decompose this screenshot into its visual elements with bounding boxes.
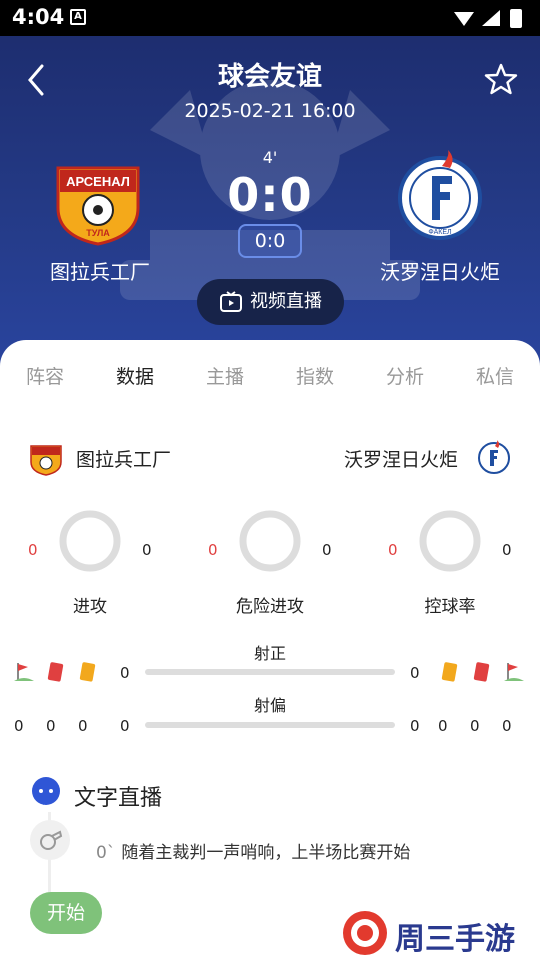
red-card-icon: [47, 662, 64, 682]
away-logo-text: ФАКЕЛ: [428, 229, 452, 236]
away-yellow-cards-count: 0: [438, 717, 448, 735]
dangerous-attack-away-value: 0: [322, 541, 332, 559]
event-minute: 0`: [96, 843, 116, 863]
wifi-icon: [454, 12, 474, 26]
page-title: 球会友谊: [217, 62, 322, 92]
possession-label: 控球率: [424, 597, 476, 617]
chat-bubble-icon: [32, 777, 60, 805]
tab-analysis[interactable]: 分析: [375, 362, 435, 389]
live-text-title: 文字直播: [74, 786, 163, 811]
home-team-mini-logo: [30, 445, 62, 476]
tab-odds[interactable]: 指数: [285, 362, 345, 389]
video-live-button[interactable]: 视频直播: [197, 279, 344, 325]
dangerous-attack-label: 危险进攻: [236, 597, 304, 617]
away-corners-count: 0: [502, 717, 512, 735]
tab-lineup[interactable]: 阵容: [15, 362, 75, 389]
live-event-item: 0` 随着主裁判一声哨响，上半场比赛开始: [96, 838, 410, 863]
corner-flag-icon: [504, 663, 524, 681]
away-team-label: 沃罗涅日火炬: [344, 449, 459, 471]
dangerous-attack-home-value: 0: [208, 541, 218, 559]
possession-ring-chart: [419, 510, 481, 572]
yellow-card-icon: [79, 662, 96, 682]
yellow-card-icon: [441, 662, 458, 682]
status-icons: [454, 9, 522, 28]
possession-home-value: 0: [388, 541, 398, 559]
event-text: 随着主裁判一声哨响，上半场比赛开始: [121, 843, 411, 863]
home-red-cards-count: 0: [46, 717, 56, 735]
watermark: 周三手游网: [340, 908, 540, 960]
shots-on-target-home-value: 0: [120, 664, 130, 682]
home-logo-subtext: ТУЛА: [86, 228, 110, 238]
tab-messages[interactable]: 私信: [465, 362, 525, 389]
corner-flag-icon: [14, 663, 34, 681]
shots-off-target-bar: [145, 722, 395, 728]
shots-off-target-away-value: 0: [410, 717, 420, 735]
attack-ring-chart: [59, 510, 121, 572]
notification-icon: A: [70, 9, 86, 25]
home-yellow-cards-count: 0: [78, 717, 88, 735]
away-team-mini-logo: [478, 440, 510, 474]
status-bar: 4:04 A: [0, 0, 540, 36]
favorite-button[interactable]: [484, 62, 518, 96]
away-red-cards-count: 0: [470, 717, 480, 735]
match-minute: 4': [262, 148, 278, 167]
attack-label: 进攻: [73, 597, 107, 617]
battery-icon: [510, 9, 522, 28]
watermark-text: 周三手游网: [395, 922, 515, 957]
star-icon: [484, 63, 518, 95]
watermark-logo-icon: [343, 911, 387, 955]
tab-data[interactable]: 数据: [105, 362, 165, 389]
shots-off-target-label: 射偏: [253, 696, 286, 715]
dangerous-attack-ring-chart: [239, 510, 301, 572]
teams-row: 图拉兵工厂 沃罗涅日火炬: [0, 440, 540, 476]
tab-anchor[interactable]: 主播: [195, 362, 255, 389]
home-team-label: 图拉兵工厂: [76, 449, 172, 471]
shots-on-target-bar: [145, 669, 395, 675]
match-datetime: 2025-02-21 16:00: [184, 100, 356, 122]
possession-away-value: 0: [502, 541, 512, 559]
status-time: 4:04: [12, 5, 65, 29]
half-time-score-badge: 0:0: [238, 224, 302, 258]
tab-bar: 阵容 数据 主播 指数 分析 私信: [0, 362, 540, 392]
shots-off-target-home-value: 0: [120, 717, 130, 735]
tv-icon: [220, 291, 242, 312]
start-badge: 开始: [30, 892, 102, 934]
away-team-name[interactable]: 沃罗涅日火炬: [360, 256, 520, 285]
red-card-icon: [473, 662, 490, 682]
attack-home-value: 0: [28, 541, 38, 559]
whistle-icon: [30, 820, 70, 860]
video-live-label: 视频直播: [250, 291, 322, 312]
shots-on-target-away-value: 0: [410, 664, 420, 682]
match-header: 球会友谊 2025-02-21 16:00 АРСЕНАЛ ТУЛА ФАКЕЛ…: [0, 0, 540, 380]
signal-icon: [482, 10, 500, 26]
attack-away-value: 0: [142, 541, 152, 559]
home-team-name[interactable]: 图拉兵工厂: [20, 256, 180, 285]
home-corners-count: 0: [14, 717, 24, 735]
match-score: 0:0: [227, 168, 313, 222]
